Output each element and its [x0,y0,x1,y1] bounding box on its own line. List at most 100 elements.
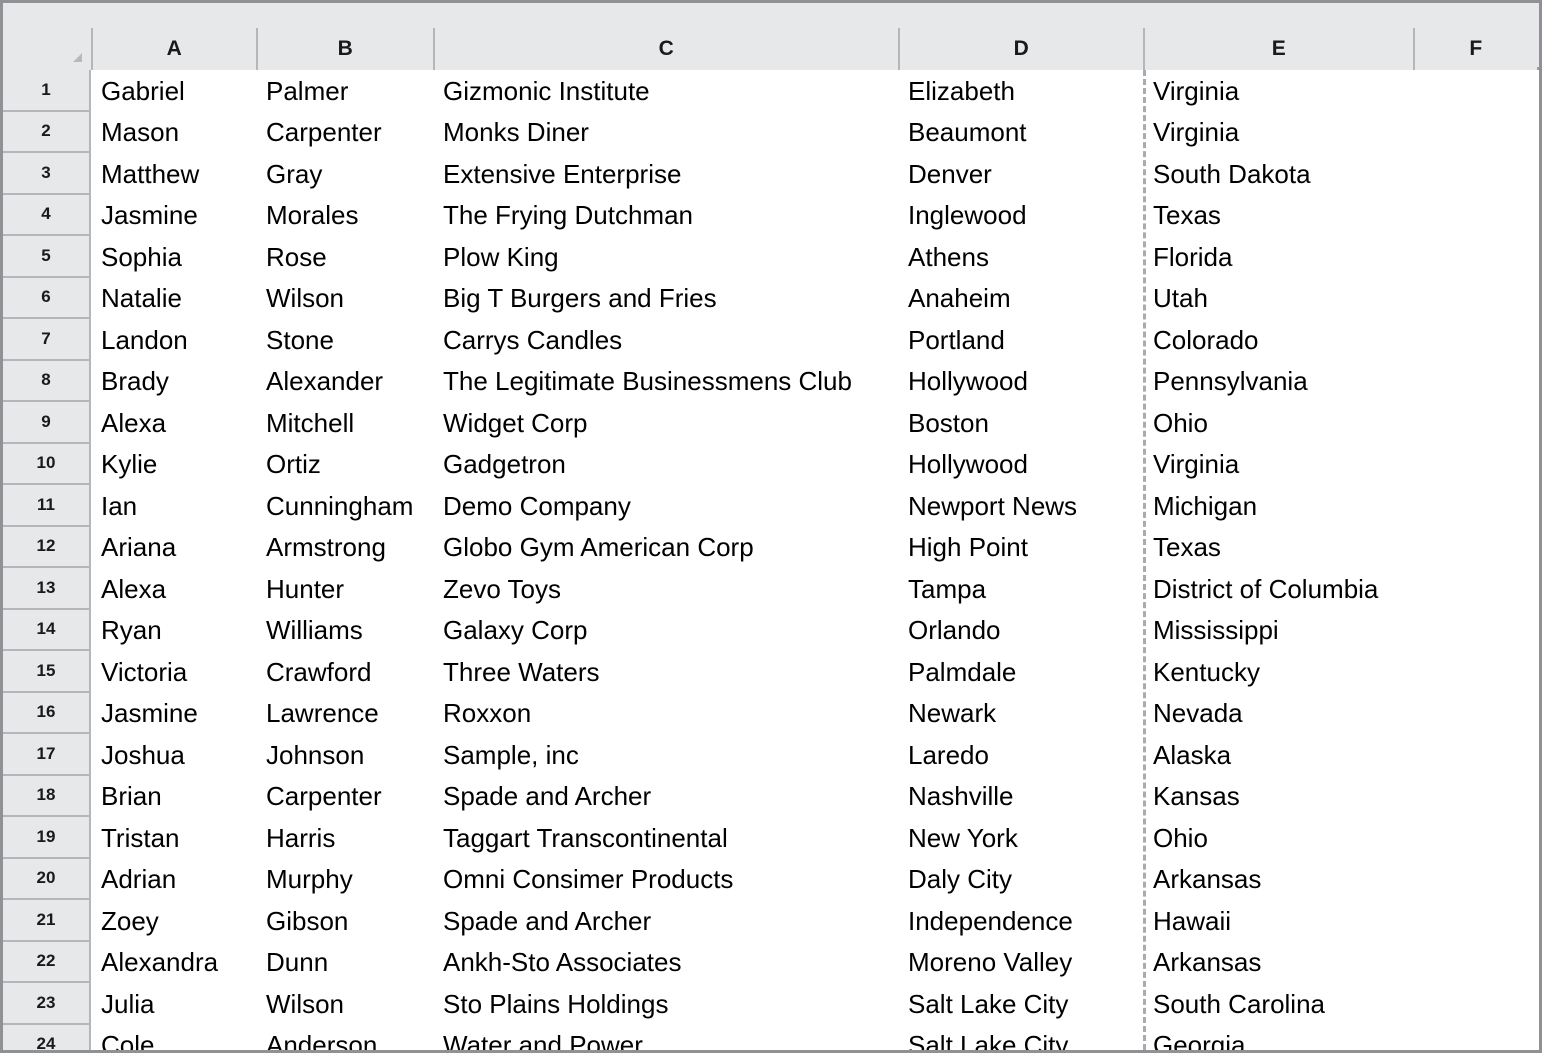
cell-B2[interactable]: Carpenter [256,112,433,154]
cell-C20[interactable]: Omni Consimer Products [433,859,898,901]
cell-C16[interactable]: Roxxon [433,693,898,735]
cell-D19[interactable]: New York [898,817,1143,859]
cell-F5[interactable] [1413,236,1537,278]
cell-B19[interactable]: Harris [256,817,433,859]
cell-A14[interactable]: Ryan [91,610,256,652]
column-header-a[interactable]: A [91,28,256,70]
cell-A5[interactable]: Sophia [91,236,256,278]
column-header-b[interactable]: B [256,28,433,70]
cell-A12[interactable]: Ariana [91,527,256,569]
cell-A22[interactable]: Alexandra [91,942,256,984]
cell-F19[interactable] [1413,817,1537,859]
cell-F10[interactable] [1413,444,1537,486]
cell-A9[interactable]: Alexa [91,402,256,444]
cell-F23[interactable] [1413,983,1537,1025]
cell-D13[interactable]: Tampa [898,568,1143,610]
column-header-e[interactable]: E [1143,28,1413,70]
cell-D3[interactable]: Denver [898,153,1143,195]
cell-C19[interactable]: Taggart Transcontinental [433,817,898,859]
cell-D20[interactable]: Daly City [898,859,1143,901]
row-header-18[interactable]: 18 [3,775,91,817]
cell-C17[interactable]: Sample, inc [433,734,898,776]
cell-C13[interactable]: Zevo Toys [433,568,898,610]
cell-C23[interactable]: Sto Plains Holdings [433,983,898,1025]
cell-A16[interactable]: Jasmine [91,693,256,735]
cell-C1[interactable]: Gizmonic Institute [433,70,898,112]
cell-D2[interactable]: Beaumont [898,112,1143,154]
cell-B12[interactable]: Armstrong [256,527,433,569]
cell-F16[interactable] [1413,693,1537,735]
cell-F9[interactable] [1413,402,1537,444]
row-header-6[interactable]: 6 [3,277,91,319]
cell-A13[interactable]: Alexa [91,568,256,610]
cell-A19[interactable]: Tristan [91,817,256,859]
cell-F18[interactable] [1413,776,1537,818]
cell-F6[interactable] [1413,278,1537,320]
cell-C7[interactable]: Carrys Candles [433,319,898,361]
cell-D18[interactable]: Nashville [898,776,1143,818]
cell-D17[interactable]: Laredo [898,734,1143,776]
row-header-3[interactable]: 3 [3,153,91,195]
cell-B7[interactable]: Stone [256,319,433,361]
select-all-button[interactable] [3,28,91,70]
cell-D1[interactable]: Elizabeth [898,70,1143,112]
cell-B24[interactable]: Anderson [256,1025,433,1050]
cell-F11[interactable] [1413,485,1537,527]
cell-A21[interactable]: Zoey [91,900,256,942]
cell-C24[interactable]: Water and Power [433,1025,898,1050]
cell-B17[interactable]: Johnson [256,734,433,776]
cell-D6[interactable]: Anaheim [898,278,1143,320]
cell-C15[interactable]: Three Waters [433,651,898,693]
row-header-19[interactable]: 19 [3,817,91,859]
cell-B10[interactable]: Ortiz [256,444,433,486]
cell-D23[interactable]: Salt Lake City [898,983,1143,1025]
row-header-5[interactable]: 5 [3,236,91,278]
cell-B5[interactable]: Rose [256,236,433,278]
cell-A15[interactable]: Victoria [91,651,256,693]
cell-B3[interactable]: Gray [256,153,433,195]
cell-C12[interactable]: Globo Gym American Corp [433,527,898,569]
cell-B22[interactable]: Dunn [256,942,433,984]
column-header-f[interactable]: F [1413,28,1537,70]
cell-A2[interactable]: Mason [91,112,256,154]
cell-B15[interactable]: Crawford [256,651,433,693]
cell-B23[interactable]: Wilson [256,983,433,1025]
cell-D22[interactable]: Moreno Valley [898,942,1143,984]
row-header-13[interactable]: 13 [3,568,91,610]
cell-F21[interactable] [1413,900,1537,942]
row-header-4[interactable]: 4 [3,194,91,236]
cell-D12[interactable]: High Point [898,527,1143,569]
cell-D7[interactable]: Portland [898,319,1143,361]
cell-A23[interactable]: Julia [91,983,256,1025]
cell-B16[interactable]: Lawrence [256,693,433,735]
cell-C9[interactable]: Widget Corp [433,402,898,444]
cell-F3[interactable] [1413,153,1537,195]
cell-B1[interactable]: Palmer [256,70,433,112]
cell-D16[interactable]: Newark [898,693,1143,735]
cell-C6[interactable]: Big T Burgers and Fries [433,278,898,320]
cell-F8[interactable] [1413,361,1537,403]
cell-B8[interactable]: Alexander [256,361,433,403]
cell-A20[interactable]: Adrian [91,859,256,901]
cell-D14[interactable]: Orlando [898,610,1143,652]
row-header-1[interactable]: 1 [3,70,91,112]
cell-C8[interactable]: The Legitimate Businessmens Club [433,361,898,403]
cell-B4[interactable]: Morales [256,195,433,237]
cell-C5[interactable]: Plow King [433,236,898,278]
row-header-23[interactable]: 23 [3,983,91,1025]
cell-C14[interactable]: Galaxy Corp [433,610,898,652]
row-header-17[interactable]: 17 [3,734,91,776]
column-header-c[interactable]: C [433,28,898,70]
row-header-11[interactable]: 11 [3,485,91,527]
row-header-20[interactable]: 20 [3,858,91,900]
row-header-7[interactable]: 7 [3,319,91,361]
cell-A1[interactable]: Gabriel [91,70,256,112]
row-header-12[interactable]: 12 [3,526,91,568]
cell-F14[interactable] [1413,610,1537,652]
cell-C11[interactable]: Demo Company [433,485,898,527]
cell-D24[interactable]: Salt Lake City [898,1025,1143,1050]
cell-A7[interactable]: Landon [91,319,256,361]
cell-D15[interactable]: Palmdale [898,651,1143,693]
cell-D9[interactable]: Boston [898,402,1143,444]
cell-C3[interactable]: Extensive Enterprise [433,153,898,195]
